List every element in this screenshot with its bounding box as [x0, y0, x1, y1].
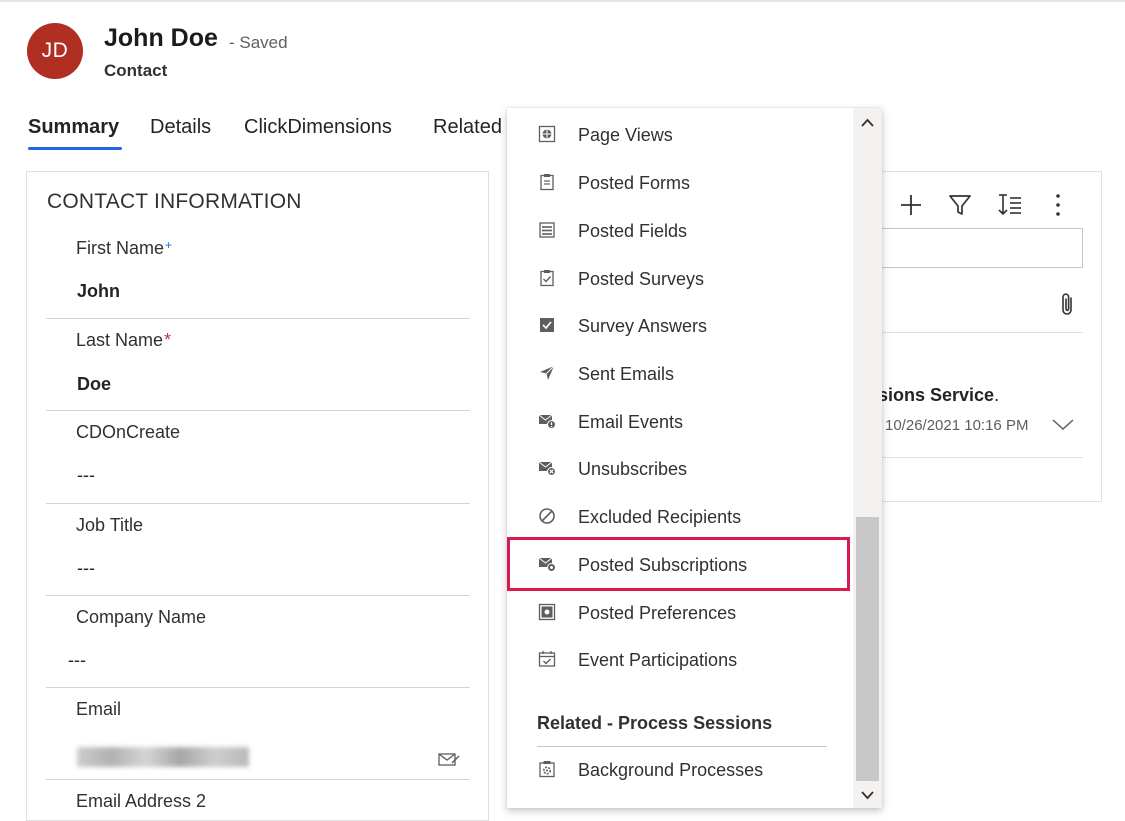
chevron-down-icon[interactable] [1051, 416, 1075, 432]
menu-group-divider [537, 746, 827, 747]
field-value[interactable]: --- [77, 465, 95, 486]
menu-item-page-views[interactable]: Page Views [507, 114, 853, 158]
menu-item-excluded-recipients[interactable]: Excluded Recipients [507, 496, 853, 540]
field-divider [46, 779, 470, 780]
contact-information-card: CONTACT INFORMATION First Name+ John Las… [26, 171, 489, 821]
menu-item-label: Email Events [578, 412, 684, 432]
top-border [0, 0, 1125, 2]
field-value[interactable]: --- [68, 650, 86, 671]
divider [871, 332, 1083, 333]
menu-item-email-events[interactable]: Email Events [507, 401, 853, 445]
menu-item-label: Posted Fields [578, 221, 688, 241]
field-divider [46, 687, 470, 688]
menu-item-label: Posted Surveys [578, 269, 705, 289]
entity-name: Contact [104, 61, 168, 80]
timeline-item-date: 10/26/2021 10:16 PM [885, 417, 1029, 434]
field-label: Last Name [76, 330, 164, 350]
menu-item-sent-emails[interactable]: Sent Emails [507, 353, 853, 397]
preferences-icon [538, 603, 556, 621]
timeline-card: sions Service. 10/26/2021 10:16 PM [870, 171, 1102, 502]
menu-item-label: Excluded Recipients [578, 507, 742, 527]
checkbox-icon [540, 318, 554, 332]
menu-item-event-participations[interactable]: Event Participations [507, 639, 853, 683]
field-value[interactable]: --- [77, 558, 95, 579]
section-title: CONTACT INFORMATION [47, 190, 302, 213]
highlight-box [507, 537, 850, 591]
filter-icon[interactable] [947, 192, 973, 218]
save-status: - Saved [229, 33, 288, 52]
menu-item-background-processes[interactable]: Background Processes [507, 749, 853, 793]
email-remove-icon [538, 461, 556, 476]
menu-item-label: Posted Forms [578, 173, 691, 193]
recommended-marker: + [165, 238, 173, 252]
menu-item-label: Survey Answers [578, 316, 708, 336]
menu-item-label: Background Processes [578, 760, 764, 780]
record-title: John Doe [104, 24, 218, 52]
globe-page-icon [538, 125, 556, 143]
tab-details[interactable]: Details [150, 116, 211, 139]
menu-item-label: Posted Preferences [578, 603, 737, 623]
menu-item-survey-answers[interactable]: Survey Answers [507, 305, 853, 349]
scrollbar-thumb[interactable] [856, 517, 879, 781]
active-tab-indicator [28, 147, 122, 150]
paperclip-icon[interactable] [1058, 292, 1078, 318]
avatar: JD [27, 23, 83, 79]
sort-icon[interactable] [997, 192, 1023, 218]
email-alert-icon [538, 414, 556, 429]
menu-item-label: Unsubscribes [578, 459, 688, 479]
menu-item-posted-fields[interactable]: Posted Fields [507, 210, 853, 254]
add-icon[interactable] [898, 192, 924, 218]
field-divider [46, 318, 470, 319]
field-divider [46, 595, 470, 596]
menu-item-posted-preferences[interactable]: Posted Preferences [507, 592, 853, 636]
menu-item-label: Page Views [578, 125, 673, 145]
field-value[interactable]: John [77, 281, 120, 302]
timeline-item-title[interactable]: sions Service. [878, 385, 999, 406]
menu-item-unsubscribes[interactable]: Unsubscribes [507, 448, 853, 492]
field-label: First Name [76, 238, 165, 258]
field-label: CDOnCreate [76, 422, 181, 442]
scroll-up-icon[interactable] [855, 112, 880, 134]
more-icon[interactable] [1045, 192, 1071, 218]
clipboard-icon [540, 174, 554, 191]
calendar-check-icon [538, 651, 556, 667]
tab-related[interactable]: Related [433, 116, 502, 139]
field-value[interactable]: Doe [77, 374, 111, 395]
menu-item-posted-surveys[interactable]: Posted Surveys [507, 258, 853, 302]
required-marker: * [164, 330, 172, 350]
send-icon [540, 365, 555, 380]
field-divider [46, 503, 470, 504]
timeline-item-punct: . [994, 385, 1000, 405]
menu-item-posted-forms[interactable]: Posted Forms [507, 162, 853, 206]
block-icon [539, 508, 555, 524]
menu-group-title: Related - Process Sessions [537, 713, 773, 733]
field-label: Email [76, 699, 122, 719]
process-settings-icon [539, 761, 555, 778]
email-value-redacted[interactable] [77, 747, 249, 767]
tab-clickdimensions[interactable]: ClickDimensions [244, 116, 392, 139]
field-label: Email Address 2 [76, 791, 207, 811]
list-icon [539, 222, 555, 238]
menu-item-label: Sent Emails [578, 364, 675, 384]
clipboard-check-icon [540, 270, 554, 287]
timeline-search-input[interactable] [871, 228, 1083, 268]
field-label: Job Title [76, 515, 144, 535]
field-divider [46, 410, 470, 411]
send-email-icon[interactable] [438, 751, 460, 767]
scroll-down-icon[interactable] [855, 784, 880, 806]
field-label: Company Name [76, 607, 207, 627]
divider [871, 457, 1083, 458]
menu-item-label: Event Participations [578, 650, 738, 670]
tab-summary[interactable]: Summary [28, 116, 119, 139]
timeline-item-text: sions Service [878, 385, 995, 405]
related-dropdown-menu: Page Views Posted Forms Posted Fields Po… [507, 108, 882, 808]
